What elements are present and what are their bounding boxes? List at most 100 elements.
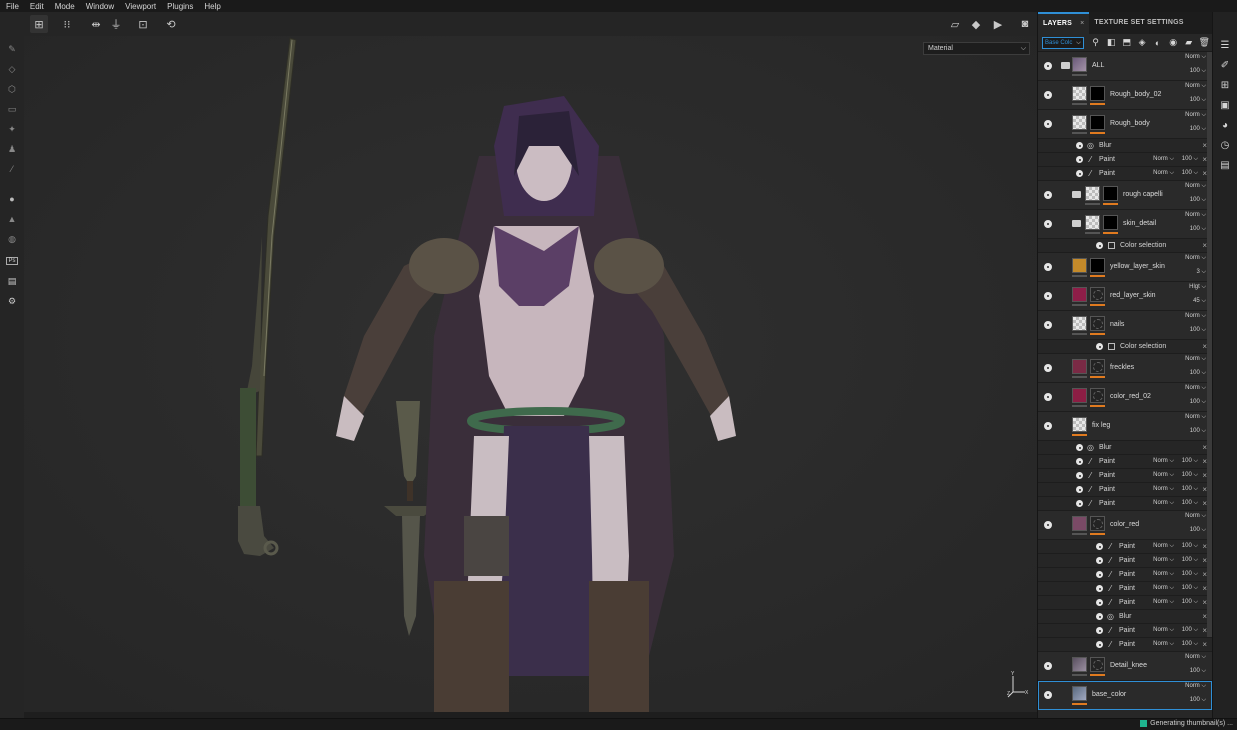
visibility-eye-icon[interactable] <box>1096 242 1103 249</box>
add-smart-material-icon[interactable]: ⬒ <box>1119 37 1135 48</box>
visibility-eye-icon[interactable] <box>1076 500 1083 507</box>
opacity-field[interactable]: 100 ⌵ <box>1190 527 1206 534</box>
symmetry-icon[interactable]: ⇹ <box>87 15 105 33</box>
add-smart-mask-icon[interactable]: ◐ <box>1150 38 1166 48</box>
display-settings-icon[interactable]: ▣ <box>1219 100 1231 112</box>
opacity-field[interactable]: 100 ⌵ <box>1190 668 1206 675</box>
effect-row[interactable]: Color selection × <box>1038 239 1212 253</box>
menu-viewport[interactable]: Viewport <box>125 2 156 11</box>
blend-mode-dropdown[interactable]: Norm ⌵ <box>1185 212 1206 219</box>
effect-row[interactable]: ◎ Blur × <box>1038 139 1212 153</box>
layer-row[interactable]: red_layer_skin Hlgt ⌵ 45 ⌵ <box>1038 282 1212 311</box>
visibility-eye-icon[interactable] <box>1044 120 1052 128</box>
visibility-eye-icon[interactable] <box>1044 691 1052 699</box>
visibility-eye-icon[interactable] <box>1044 662 1052 670</box>
folder-icon[interactable] <box>1072 220 1081 227</box>
blend-mode-dropdown[interactable]: Norm ⌵ <box>1153 500 1174 507</box>
effect-row[interactable]: ⁄ Paint Norm ⌵ 100 ⌵ × <box>1038 497 1212 511</box>
visibility-eye-icon[interactable] <box>1076 142 1083 149</box>
add-folder-icon[interactable]: ▰ <box>1181 37 1197 48</box>
settings-icon[interactable]: ⚙ <box>3 292 21 310</box>
layer-mask-thumbnail[interactable] <box>1090 86 1105 101</box>
layer-mask-thumbnail[interactable] <box>1090 316 1105 331</box>
visibility-eye-icon[interactable] <box>1044 321 1052 329</box>
sphere-icon[interactable]: ◍ <box>3 230 21 248</box>
layer-row[interactable]: nails Norm ⌵ 100 ⌵ <box>1038 311 1212 340</box>
light-icon[interactable]: ▲ <box>3 210 21 228</box>
color-picker-icon[interactable]: ⁄ <box>3 160 21 178</box>
blend-mode-dropdown[interactable]: Norm ⌵ <box>1153 599 1174 606</box>
blend-mode-dropdown[interactable]: Norm ⌵ <box>1153 627 1174 634</box>
opacity-field[interactable]: 100 ⌵ <box>1190 126 1206 133</box>
layer-row[interactable]: fix leg Norm ⌵ 100 ⌵ <box>1038 412 1212 441</box>
folder-icon[interactable] <box>1072 191 1081 198</box>
visibility-eye-icon[interactable] <box>1096 627 1103 634</box>
effect-row[interactable]: ⁄ Paint Norm ⌵ 100 ⌵ × <box>1038 596 1212 610</box>
add-effect-icon[interactable]: ⚲ <box>1088 37 1104 48</box>
bake-icon[interactable]: ● <box>3 190 21 208</box>
layer-row[interactable]: ALL Norm ⌵ 100 ⌵ <box>1038 52 1212 81</box>
opacity-field[interactable]: 100 ⌵ <box>1182 486 1198 493</box>
clone-stamp-icon[interactable]: ♟ <box>3 140 21 158</box>
add-layer-icon[interactable]: ◉ <box>1165 37 1181 48</box>
visibility-eye-icon[interactable] <box>1044 393 1052 401</box>
opacity-field[interactable]: 100 ⌵ <box>1182 571 1198 578</box>
visibility-eye-icon[interactable] <box>1096 599 1103 606</box>
opacity-field[interactable]: 100 ⌵ <box>1182 156 1198 163</box>
effect-row[interactable]: ⁄ Paint Norm ⌵ 100 ⌵ × <box>1038 469 1212 483</box>
blend-mode-dropdown[interactable]: Norm ⌵ <box>1185 54 1206 61</box>
tab-layers[interactable]: LAYERS × <box>1038 12 1090 34</box>
menu-help[interactable]: Help <box>204 2 220 11</box>
photoshop-icon[interactable]: Ps <box>3 252 21 270</box>
visibility-eye-icon[interactable] <box>1096 571 1103 578</box>
opacity-field[interactable]: 3 ⌵ <box>1196 269 1206 276</box>
menu-edit[interactable]: Edit <box>30 2 44 11</box>
blend-mode-dropdown[interactable]: Norm ⌵ <box>1185 356 1206 363</box>
layer-mask-thumbnail[interactable] <box>1090 516 1105 531</box>
layer-row[interactable]: base_color Norm ⌵ 100 ⌵ <box>1038 681 1212 710</box>
layer-mask-thumbnail[interactable] <box>1103 215 1118 230</box>
opacity-field[interactable]: 45 ⌵ <box>1193 298 1206 305</box>
opacity-field[interactable]: 100 ⌵ <box>1182 557 1198 564</box>
blend-mode-dropdown[interactable]: Norm ⌵ <box>1185 654 1206 661</box>
visibility-eye-icon[interactable] <box>1076 472 1083 479</box>
layer-row[interactable]: color_red Norm ⌵ 100 ⌵ <box>1038 511 1212 540</box>
opacity-field[interactable]: 100 ⌵ <box>1190 697 1206 704</box>
delete-icon[interactable]: 🗑 <box>1196 37 1212 48</box>
channel-dropdown[interactable]: Base Colc ⌵ <box>1042 36 1084 49</box>
opacity-field[interactable]: 100 ⌵ <box>1182 543 1198 550</box>
visibility-eye-icon[interactable] <box>1076 444 1083 451</box>
effect-row[interactable]: ⁄ Paint Norm ⌵ 100 ⌵ × <box>1038 483 1212 497</box>
visibility-eye-icon[interactable] <box>1044 62 1052 70</box>
opacity-field[interactable]: 100 ⌵ <box>1182 472 1198 479</box>
effect-row[interactable]: ⁄ Paint Norm ⌵ 100 ⌵ × <box>1038 455 1212 469</box>
blend-mode-dropdown[interactable]: Norm ⌵ <box>1185 183 1206 190</box>
visibility-eye-icon[interactable] <box>1076 170 1083 177</box>
history-icon[interactable]: ⟲ <box>162 15 180 33</box>
opacity-field[interactable]: 100 ⌵ <box>1190 226 1206 233</box>
history-icon[interactable]: ◷ <box>1219 140 1231 152</box>
layer-row[interactable]: skin_detail Norm ⌵ 100 ⌵ <box>1038 210 1212 239</box>
effect-row[interactable]: Color selection × <box>1038 340 1212 354</box>
opacity-field[interactable]: 100 ⌵ <box>1190 68 1206 75</box>
opacity-field[interactable]: 100 ⌵ <box>1190 399 1206 406</box>
layer-mask-thumbnail[interactable] <box>1090 115 1105 130</box>
visibility-eye-icon[interactable] <box>1096 613 1103 620</box>
visibility-eye-icon[interactable] <box>1044 91 1052 99</box>
effect-row[interactable]: ⁄ Paint Norm ⌵ 100 ⌵ × <box>1038 153 1212 167</box>
grid-dots-icon[interactable]: ⁝⁝ <box>58 15 76 33</box>
tab-texture-set-settings[interactable]: TEXTURE SET SETTINGS <box>1089 12 1188 34</box>
add-fill-layer-icon[interactable]: ◈ <box>1134 37 1150 48</box>
3d-viewport[interactable]: Material ⌵ Y X Z <box>24 36 1037 712</box>
visibility-eye-icon[interactable] <box>1044 292 1052 300</box>
opacity-field[interactable]: 100 ⌵ <box>1190 428 1206 435</box>
smudge-icon[interactable]: ✦ <box>3 120 21 138</box>
add-mask-icon[interactable]: ◧ <box>1103 37 1119 48</box>
layer-mask-thumbnail[interactable] <box>1090 657 1105 672</box>
layer-row[interactable]: yellow_layer_skin Norm ⌵ 3 ⌵ <box>1038 253 1212 282</box>
opacity-field[interactable]: 100 ⌵ <box>1182 458 1198 465</box>
visibility-eye-icon[interactable] <box>1044 422 1052 430</box>
shader-settings-icon[interactable]: ◕ <box>1219 120 1231 132</box>
effect-row[interactable]: ◎ Blur × <box>1038 610 1212 624</box>
effect-row[interactable]: ⁄ Paint Norm ⌵ 100 ⌵ × <box>1038 582 1212 596</box>
